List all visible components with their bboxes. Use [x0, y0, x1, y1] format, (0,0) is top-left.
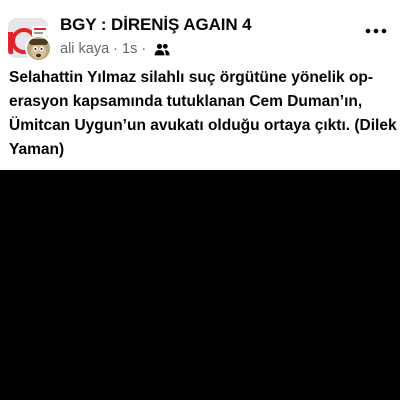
post-text-line: Selahattin Yılmaz silahlı suç örgütüne y… — [9, 69, 374, 86]
group-name[interactable]: BGY : DİRENİŞ AGAIN 4 — [60, 15, 252, 35]
post-card: BGY : DİRENİŞ AGAIN 4 ali kaya · 1s · Se… — [0, 0, 400, 170]
author-name[interactable]: ali kaya — [60, 41, 109, 57]
meta-separator: · — [141, 41, 147, 57]
author-photo-image — [27, 37, 50, 60]
author-avatar[interactable] — [25, 35, 52, 62]
post-text-line: erasyon kapsamında tutuklanan Cem Duman’… — [9, 93, 363, 110]
group-members-icon[interactable] — [154, 43, 170, 56]
post-text-line: Yaman) — [9, 141, 65, 158]
more-options-icon[interactable] — [364, 24, 388, 38]
meta-separator: · — [113, 41, 119, 57]
post-text-line: Ümitcan Uygun’un avukatı olduğu ortaya ç… — [9, 117, 397, 134]
post-media-area[interactable] — [0, 170, 400, 400]
post-avatars[interactable] — [8, 18, 52, 62]
post-meta: ali kaya · 1s · — [60, 41, 170, 57]
post-text: Selahattin Yılmaz silahlı suç örgütüne y… — [9, 66, 397, 162]
post-time[interactable]: 1s — [122, 41, 137, 57]
